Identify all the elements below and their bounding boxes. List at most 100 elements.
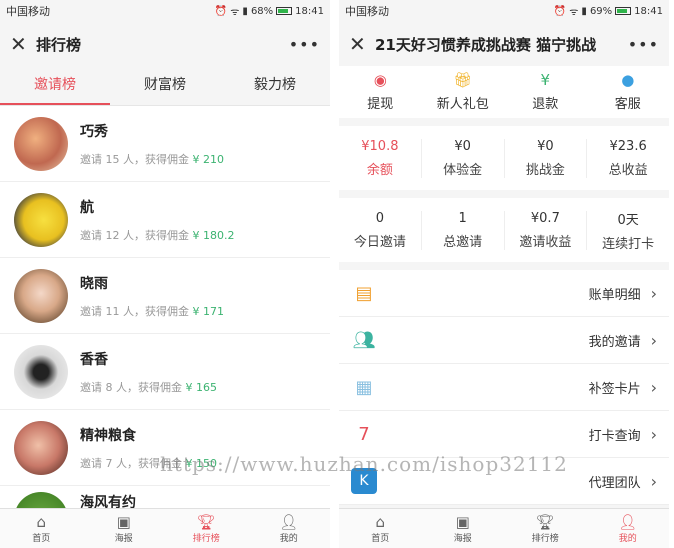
tab-mine[interactable]: 👤︎ 我的 bbox=[248, 509, 331, 548]
clock: 18:41 bbox=[634, 5, 663, 17]
chevron-right-icon: › bbox=[650, 330, 657, 350]
battery-percent: 68% bbox=[250, 5, 274, 17]
menu-bill-details[interactable]: ▤ 账单明细 › bbox=[339, 270, 669, 317]
ranking-list: 巧秀 邀请 15 人，获得佣金 ¥ 210 航 邀请 12 人，获得佣金 ¥ 1… bbox=[0, 106, 330, 548]
withdraw-icon: ◉ bbox=[373, 71, 387, 89]
poster-icon: ▣ bbox=[116, 512, 131, 531]
signal-icon: ▮ bbox=[581, 5, 587, 17]
stat-total-income[interactable]: ¥23.6 总收益 bbox=[587, 139, 669, 178]
invite-meta: 邀请 11 人，获得佣金 ¥ 171 bbox=[80, 304, 225, 318]
commission-amount: ¥ 180.2 bbox=[192, 228, 235, 242]
list-item[interactable]: 巧秀 邀请 15 人，获得佣金 ¥ 210 bbox=[0, 106, 330, 182]
page-title: 21天好习惯养成挑战赛 猫宁挑战 bbox=[375, 35, 597, 54]
avatar bbox=[14, 268, 68, 323]
bill-icon: ▤ bbox=[355, 282, 373, 304]
chevron-right-icon: › bbox=[650, 377, 657, 397]
alarm-icon: ⏰ bbox=[553, 5, 567, 17]
battery-percent: 69% bbox=[589, 5, 613, 17]
invite-meta: 邀请 15 人，获得佣金 ¥ 210 bbox=[80, 152, 225, 166]
newbie-gift-button[interactable]: 🎁︎ 新人礼包 bbox=[422, 66, 505, 118]
list-item[interactable]: 晓雨 邀请 11 人，获得佣金 ¥ 171 bbox=[0, 258, 330, 334]
invite-meta: 邀请 12 人，获得佣金 ¥ 180.2 bbox=[80, 228, 235, 242]
status-bar: 中国移动 ⏰ ᯤ ▮ 68% 18:41 bbox=[0, 0, 330, 22]
tab-invite[interactable]: 邀请榜 bbox=[0, 66, 110, 105]
people-icon: 👥︎ bbox=[352, 329, 376, 351]
user-icon: 👤︎ bbox=[618, 512, 638, 531]
balance-stats: ¥10.8 余额 ¥0 体验金 ¥0 挑战金 ¥23.6 总收益 bbox=[339, 126, 669, 190]
status-right: ⏰ ᯤ ▮ 69% 18:41 bbox=[553, 4, 663, 19]
user-name: 巧秀 bbox=[80, 123, 108, 140]
bottom-tab-bar: ⌂ 首页 ▣ 海报 🏆︎ 排行榜 👤︎ 我的 bbox=[339, 508, 669, 548]
close-icon[interactable]: ✕ bbox=[349, 32, 375, 56]
commission-amount: ¥ 210 bbox=[192, 152, 225, 166]
page-title: 排行榜 bbox=[36, 35, 82, 54]
avatar bbox=[14, 192, 68, 247]
more-icon[interactable]: ••• bbox=[628, 35, 659, 54]
tab-poster[interactable]: ▣ 海报 bbox=[422, 509, 505, 548]
poster-icon: ▣ bbox=[455, 512, 470, 531]
calendar-icon: ▦ bbox=[355, 376, 373, 398]
status-bar: 中国移动 ⏰ ᯤ ▮ 69% 18:41 bbox=[339, 0, 669, 22]
bottom-tab-bar: ⌂ 首页 ▣ 海报 🏆︎ 排行榜 👤︎ 我的 bbox=[0, 508, 330, 548]
customer-service-button[interactable]: ● 客服 bbox=[587, 66, 670, 118]
clock: 18:41 bbox=[295, 5, 324, 17]
menu-checkin-query[interactable]: 7 打卡查询 › bbox=[339, 411, 669, 458]
stat-invite-income[interactable]: ¥0.7 邀请收益 bbox=[505, 210, 588, 250]
home-icon: ⌂ bbox=[375, 512, 386, 531]
commission-amount: ¥ 171 bbox=[192, 304, 225, 318]
wifi-icon: ᯤ bbox=[230, 7, 240, 18]
menu-makeup-card[interactable]: ▦ 补签卡片 › bbox=[339, 364, 669, 411]
status-right: ⏰ ᯤ ▮ 68% 18:41 bbox=[214, 4, 324, 19]
tab-wealth[interactable]: 财富榜 bbox=[110, 66, 220, 105]
home-icon: ⌂ bbox=[36, 512, 47, 531]
avatar bbox=[14, 420, 68, 475]
withdraw-button[interactable]: ◉ 提现 bbox=[339, 66, 422, 118]
stat-total-invites[interactable]: 1 总邀请 bbox=[422, 210, 505, 250]
user-name: 航 bbox=[80, 199, 94, 216]
list-item[interactable]: 航 邀请 12 人，获得佣金 ¥ 180.2 bbox=[0, 182, 330, 258]
user-name: 香香 bbox=[80, 351, 108, 368]
stat-trial-fund[interactable]: ¥0 体验金 bbox=[422, 138, 505, 178]
calendar-7-icon: 7 bbox=[358, 423, 370, 445]
title-bar: ✕ 排行榜 ••• bbox=[0, 22, 330, 66]
headset-icon: ● bbox=[621, 71, 635, 89]
watermark-text: https://www.huzhan.com/ishop32112 bbox=[160, 452, 568, 476]
menu-my-invites[interactable]: 👥︎ 我的邀请 › bbox=[339, 317, 669, 364]
user-icon: 👤︎ bbox=[279, 512, 299, 531]
tab-ranking[interactable]: 🏆︎ 排行榜 bbox=[165, 509, 248, 548]
trophy-icon: 🏆︎ bbox=[535, 512, 555, 531]
stat-streak[interactable]: 0天 连续打卡 bbox=[587, 209, 669, 252]
tab-mine[interactable]: 👤︎ 我的 bbox=[587, 509, 670, 548]
screenshot-canvas: 中国移动 ⏰ ᯤ ▮ 68% 18:41 ✕ 排行榜 ••• 邀请榜 财富榜 毅… bbox=[0, 0, 674, 548]
list-item[interactable]: 香香 邀请 8 人，获得佣金 ¥ 165 bbox=[0, 334, 330, 410]
tab-home[interactable]: ⌂ 首页 bbox=[0, 509, 83, 548]
stat-challenge-fund[interactable]: ¥0 挑战金 bbox=[505, 138, 588, 178]
stat-balance[interactable]: ¥10.8 余额 bbox=[339, 138, 422, 178]
more-icon[interactable]: ••• bbox=[289, 35, 320, 54]
invite-stats: 0 今日邀请 1 总邀请 ¥0.7 邀请收益 0天 连续打卡 bbox=[339, 198, 669, 262]
close-icon[interactable]: ✕ bbox=[10, 32, 36, 56]
battery-icon bbox=[615, 7, 632, 15]
title-bar: ✕ 21天好习惯养成挑战赛 猫宁挑战 ••• bbox=[339, 22, 669, 66]
carrier-label: 中国移动 bbox=[345, 5, 389, 18]
chevron-right-icon: › bbox=[650, 283, 657, 303]
stat-today-invites[interactable]: 0 今日邀请 bbox=[339, 210, 422, 250]
carrier-label: 中国移动 bbox=[6, 5, 50, 18]
alarm-icon: ⏰ bbox=[214, 5, 228, 17]
shortcut-row: ◉ 提现 🎁︎ 新人礼包 ¥ 退款 ● 客服 bbox=[339, 66, 669, 118]
trophy-icon: 🏆︎ bbox=[196, 512, 216, 531]
tab-perseverance[interactable]: 毅力榜 bbox=[220, 66, 330, 105]
battery-icon bbox=[276, 7, 293, 15]
commission-amount: ¥ 165 bbox=[185, 380, 218, 394]
tab-ranking[interactable]: 🏆︎ 排行榜 bbox=[504, 509, 587, 548]
tab-home[interactable]: ⌂ 首页 bbox=[339, 509, 422, 548]
refund-icon: ¥ bbox=[540, 71, 551, 89]
user-name: 晓雨 bbox=[80, 275, 108, 292]
invite-meta: 邀请 8 人，获得佣金 ¥ 165 bbox=[80, 380, 218, 394]
tab-poster[interactable]: ▣ 海报 bbox=[83, 509, 166, 548]
gift-icon: 🎁︎ bbox=[453, 71, 473, 89]
chevron-right-icon: › bbox=[650, 471, 657, 491]
signal-icon: ▮ bbox=[242, 5, 248, 17]
wifi-icon: ᯤ bbox=[569, 7, 579, 18]
refund-button[interactable]: ¥ 退款 bbox=[504, 66, 587, 118]
